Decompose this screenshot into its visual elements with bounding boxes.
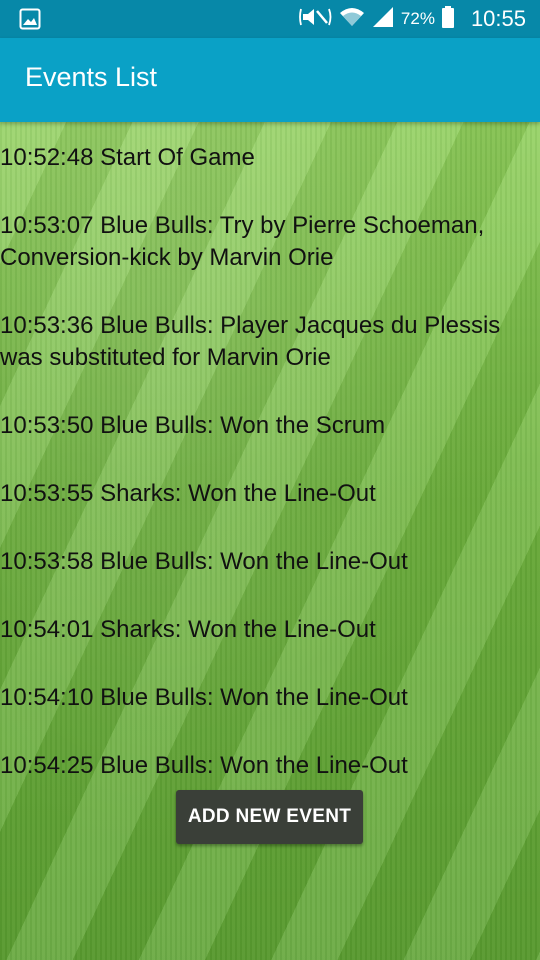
clock: 10:55	[470, 6, 526, 31]
signal-icon	[371, 5, 395, 34]
list-item[interactable]: 10:52:48 Start Of Game	[0, 142, 540, 174]
list-item[interactable]: 10:53:55 Sharks: Won the Line-Out	[0, 478, 540, 510]
battery-percent: 72%	[400, 9, 435, 28]
page-title: Events List	[25, 62, 158, 92]
list-item[interactable]: 10:53:36 Blue Bulls: Player Jacques du P…	[0, 310, 540, 374]
list-item[interactable]: 10:53:07 Blue Bulls: Try by Pierre Schoe…	[0, 210, 540, 274]
add-new-event-button[interactable]: ADD NEW EVENT	[176, 790, 363, 844]
wifi-icon	[339, 5, 365, 34]
app-bar: Events List	[0, 38, 540, 122]
list-item[interactable]: 10:53:50 Blue Bulls: Won the Scrum	[0, 410, 540, 442]
battery-icon	[441, 5, 455, 34]
list-item[interactable]: 10:53:58 Blue Bulls: Won the Line-Out	[0, 546, 540, 578]
mute-icon	[299, 5, 333, 34]
list-item[interactable]: 10:54:01 Sharks: Won the Line-Out	[0, 614, 540, 646]
status-bar: 72% 10:55	[0, 0, 540, 38]
list-item[interactable]: 10:54:10 Blue Bulls: Won the Line-Out	[0, 682, 540, 714]
list-item[interactable]: 10:54:25 Blue Bulls: Won the Line-Out	[0, 750, 540, 782]
image-icon	[19, 8, 41, 30]
